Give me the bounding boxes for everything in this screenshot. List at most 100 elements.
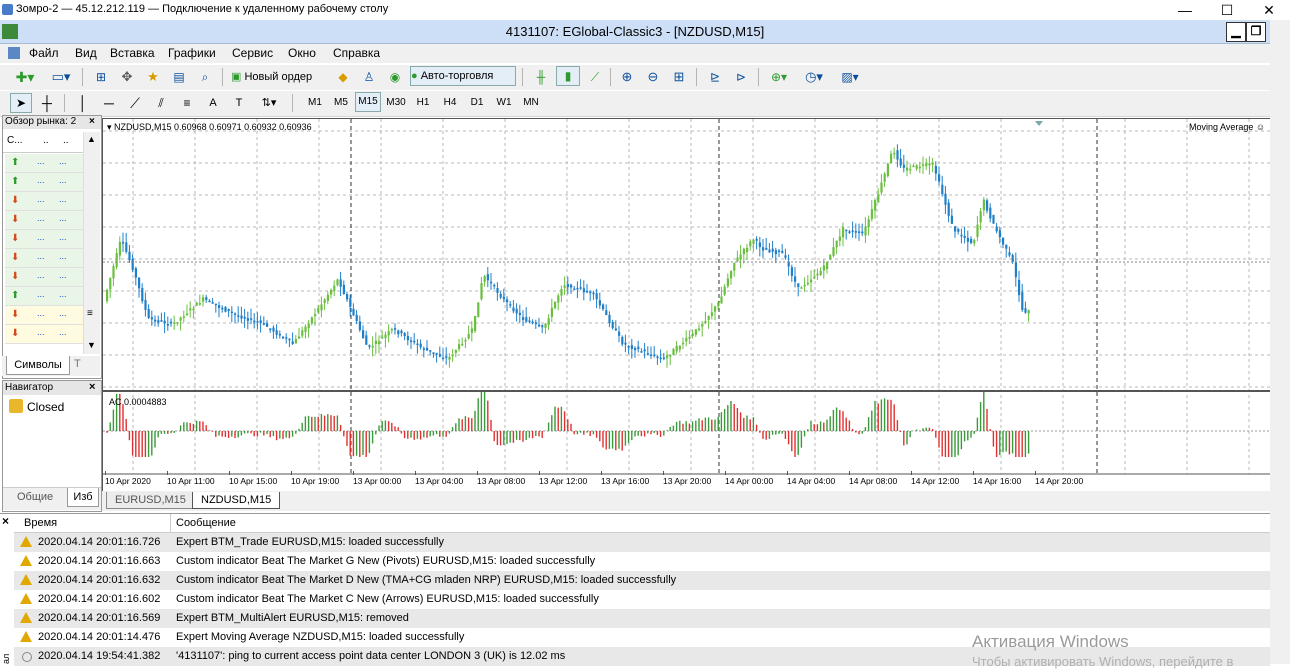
timeframe-h4[interactable]: H4 <box>437 93 463 113</box>
indicators-icon[interactable]: ⊕▾ <box>764 67 794 87</box>
trendline-icon[interactable]: ⟋ <box>124 93 146 113</box>
menu-window[interactable]: Окно <box>288 46 316 60</box>
menu-view[interactable]: Вид <box>75 46 97 60</box>
market-watch-row[interactable]: ⬇...... <box>5 325 83 344</box>
window-scrollbar[interactable] <box>1270 20 1290 664</box>
log-row[interactable]: 2020.04.14 20:01:16.632 Custom indicator … <box>14 571 1270 590</box>
market-watch-row[interactable]: ⬇...... <box>5 192 83 211</box>
timeframe-m30[interactable]: M30 <box>383 93 409 113</box>
chart-minimize-button[interactable]: ▁ <box>1226 22 1246 42</box>
chart-canvas[interactable]: 10 Apr 2020 10 Apr 11:00 10 Apr 15:00 10 Ap… <box>103 119 1271 494</box>
text-label-icon[interactable]: T <box>228 93 250 113</box>
timeframe-d1[interactable]: D1 <box>464 93 490 113</box>
market-watch-row[interactable]: ⬇...... <box>5 268 83 287</box>
autoscroll-icon[interactable]: ⊵ <box>704 67 726 87</box>
rdp-minimize-button[interactable]: — <box>1164 0 1206 20</box>
chart-tab-nzdusd[interactable]: NZDUSD,M15 <box>192 492 281 509</box>
menu-insert[interactable]: Вставка <box>110 46 155 60</box>
market-watch-row[interactable]: ⬇...... <box>5 306 83 325</box>
candle-body <box>400 330 403 334</box>
market-watch-icon[interactable]: ⊞ <box>90 67 112 87</box>
zoom-out-icon[interactable]: ⊖ <box>642 67 664 87</box>
market-watch-close-button[interactable]: × <box>89 116 95 127</box>
navigator-close-button[interactable]: × <box>89 381 95 393</box>
metaeditor-icon[interactable]: ◆ <box>332 67 354 87</box>
chart-shift-icon[interactable]: ⊳ <box>730 67 752 87</box>
market-watch-scrollbar[interactable]: ▲ ≡ ▼ <box>83 132 100 354</box>
bar-chart-icon[interactable]: ╫ <box>530 67 552 87</box>
tab-ticks[interactable]: Т <box>74 358 81 370</box>
tester-icon[interactable]: ⌕ <box>194 67 216 87</box>
line-chart-icon[interactable]: ⟋ <box>584 67 606 87</box>
cursor-icon[interactable]: ➤ <box>10 93 32 113</box>
channel-icon[interactable]: ⫽ <box>150 93 172 113</box>
candle-body <box>278 333 281 336</box>
candle-body <box>771 248 774 252</box>
market-watch-row[interactable]: ⬇...... <box>5 249 83 268</box>
candle-body <box>131 258 134 270</box>
col-bid[interactable]: .. <box>43 135 49 146</box>
navigator-icon[interactable]: ★ <box>142 67 164 87</box>
rdp-close-button[interactable]: ✕ <box>1248 0 1290 20</box>
menu-charts[interactable]: Графики <box>168 46 216 60</box>
scroll-down-icon[interactable]: ▼ <box>87 340 96 350</box>
terminal-icon[interactable]: ▤ <box>168 67 190 87</box>
log-row[interactable]: 2020.04.14 20:01:16.726 Expert BTM_Trade … <box>14 533 1270 552</box>
scroll-grip-icon[interactable]: ≡ <box>87 308 93 319</box>
tab-favorites[interactable]: Изб <box>67 488 99 507</box>
vertical-line-icon[interactable]: │ <box>72 93 94 113</box>
timeframe-m5[interactable]: M5 <box>328 93 354 113</box>
zoom-in-icon[interactable]: ⊕ <box>616 67 638 87</box>
data-window-icon[interactable]: ✥ <box>116 67 138 87</box>
market-watch-row[interactable]: ⬇...... <box>5 211 83 230</box>
chart-tab-eurusd[interactable]: EURUSD,M15 <box>106 492 195 509</box>
timeframe-mn[interactable]: MN <box>518 93 544 113</box>
text-icon[interactable]: A <box>202 93 224 113</box>
col-ask[interactable]: .. <box>63 135 69 146</box>
col-message[interactable]: Сообщение <box>176 517 236 529</box>
log-row[interactable]: 2020.04.14 20:01:16.602 Custom indicator … <box>14 590 1270 609</box>
market-watch-row[interactable]: ⬆...... <box>5 154 83 173</box>
wifi-icon[interactable]: ◉ <box>384 67 406 87</box>
candle-body <box>803 284 806 287</box>
timeframe-w1[interactable]: W1 <box>491 93 517 113</box>
templates-icon[interactable]: ▨▾ <box>834 67 866 87</box>
timeframe-h1[interactable]: H1 <box>410 93 436 113</box>
candle-body <box>762 247 765 251</box>
chart-restore-button[interactable]: ❐ <box>1246 22 1266 42</box>
market-watch-row[interactable]: ⬆...... <box>5 287 83 306</box>
candlestick-chart-icon[interactable]: ▮ <box>556 66 580 86</box>
rdp-title: Зомро-2 — 45.12.212.119 — Подключение к … <box>16 3 389 15</box>
fibonacci-icon[interactable]: ≡ <box>176 93 198 113</box>
navigator-item-closed[interactable]: Closed <box>27 400 64 414</box>
candle-body <box>272 327 275 332</box>
signals-icon[interactable]: ♙ <box>358 67 380 87</box>
new-chart-icon[interactable]: ✚▾ <box>10 67 40 87</box>
tile-windows-icon[interactable]: ⊞ <box>668 67 690 87</box>
timeframe-m1[interactable]: M1 <box>302 93 328 113</box>
menu-tools[interactable]: Сервис <box>232 46 273 60</box>
auto-trading-button[interactable]: ● Авто-торговля <box>410 66 516 86</box>
arrows-icon[interactable]: ⇅▾ <box>254 93 284 113</box>
col-symbol[interactable]: С... <box>7 135 23 146</box>
market-watch-row[interactable]: ⬆...... <box>5 173 83 192</box>
terminal-close-button[interactable]: × <box>2 514 9 528</box>
log-row[interactable]: 2020.04.14 20:01:16.569 Expert BTM_MultiA… <box>14 609 1270 628</box>
tab-common[interactable]: Общие <box>17 491 53 503</box>
scroll-up-icon[interactable]: ▲ <box>87 134 96 144</box>
crosshair-icon[interactable]: ┼ <box>36 93 58 113</box>
periods-icon[interactable]: ◷▾ <box>798 67 830 87</box>
candle-body <box>646 353 649 355</box>
col-time[interactable]: Время <box>24 517 57 529</box>
tab-symbols[interactable]: Символы <box>6 356 70 375</box>
menu-help[interactable]: Справка <box>333 46 380 60</box>
timeframe-m15[interactable]: M15 <box>355 92 381 112</box>
rdp-maximize-button[interactable]: ☐ <box>1206 0 1248 20</box>
profiles-icon[interactable]: ▭▾ <box>46 67 76 87</box>
price-chart[interactable]: 10 Apr 2020 10 Apr 11:00 10 Apr 15:00 10 Ap… <box>102 118 1272 495</box>
market-watch-row[interactable]: ⬇...... <box>5 230 83 249</box>
menu-file[interactable]: Файл <box>29 46 59 60</box>
horizontal-line-icon[interactable]: ─ <box>98 93 120 113</box>
log-row[interactable]: 2020.04.14 20:01:16.663 Custom indicator … <box>14 552 1270 571</box>
new-order-button[interactable]: ▣ Новый ордер <box>230 67 326 87</box>
